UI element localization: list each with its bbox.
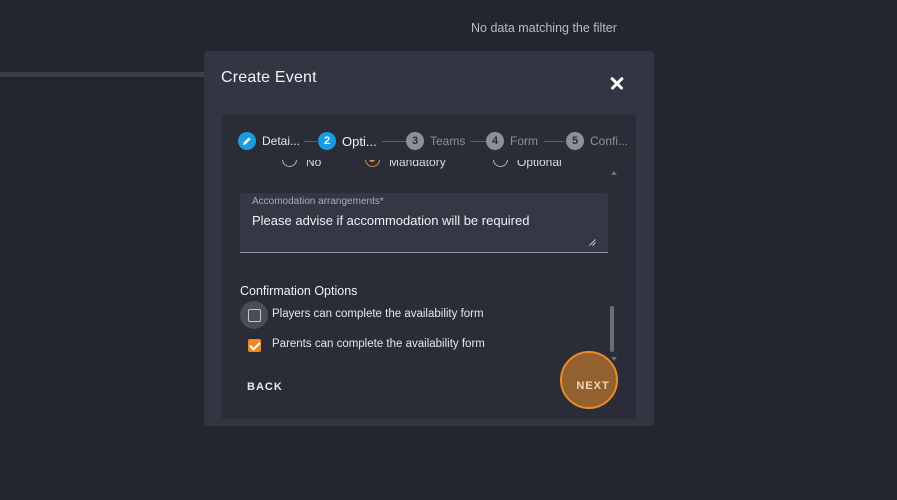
parents-checkbox[interactable] [248, 339, 261, 352]
step-label: Form [510, 134, 538, 148]
accommodation-value[interactable]: Please advise if accommodation will be r… [252, 213, 529, 228]
step-label: Teams [430, 134, 466, 148]
players-checkbox-label: Players can complete the availability fo… [272, 308, 484, 320]
parents-checkbox-label: Parents can complete the availability fo… [272, 338, 485, 350]
step-number: 2 [318, 132, 336, 150]
step-teams[interactable]: 3 Teams [406, 131, 465, 151]
step-confirmation[interactable]: 5 Confi... [566, 131, 628, 151]
background-divider [0, 72, 210, 77]
empty-filter-message: No data matching the filter [471, 21, 617, 35]
next-button[interactable]: NEXT [568, 374, 618, 398]
radio-label-mandatory: Mandatory [389, 160, 446, 169]
scroll-up-arrow-icon[interactable] [611, 171, 617, 175]
wizard-card: Detai... 2 Opti... 3 Teams 4 Form 5 Conf… [222, 114, 636, 419]
radio-label-no: No [306, 160, 322, 169]
step-number: 3 [406, 132, 424, 150]
players-checkbox[interactable] [248, 309, 261, 322]
accommodation-label: Accomodation arrangements* [252, 196, 384, 207]
attendance-radio-group: No Mandatory Optional [222, 160, 636, 176]
wizard-stepper: Detai... 2 Opti... 3 Teams 4 Form 5 Conf… [238, 131, 628, 153]
create-event-dialog: Create Event Detai... 2 Opti... 3 Teams [204, 51, 654, 426]
scrollbar-thumb[interactable] [610, 306, 614, 352]
radio-label-optional: Optional [517, 160, 562, 169]
dialog-title: Create Event [221, 69, 317, 86]
close-icon[interactable] [608, 74, 626, 92]
radio-mandatory[interactable] [365, 160, 380, 167]
radio-optional[interactable] [493, 160, 508, 167]
confirmation-options-title: Confirmation Options [240, 284, 358, 298]
step-label: Opti... [342, 133, 377, 149]
step-connector [304, 141, 317, 142]
step-details[interactable]: Detai... [238, 131, 300, 151]
pencil-icon [238, 132, 256, 150]
back-button[interactable]: BACK [247, 381, 283, 393]
scroll-down-arrow-icon[interactable] [611, 357, 617, 361]
step-number: 4 [486, 132, 504, 150]
step-form[interactable]: 4 Form [486, 131, 538, 151]
step-label: Detai... [262, 134, 301, 148]
step-connector [470, 141, 486, 142]
step-connector [544, 141, 564, 142]
accommodation-textarea[interactable]: Accomodation arrangements* Please advise… [240, 193, 608, 253]
resize-handle-icon[interactable] [589, 239, 596, 246]
radio-no[interactable] [282, 160, 297, 167]
step-options[interactable]: 2 Opti... [318, 131, 377, 151]
step-number: 5 [566, 132, 584, 150]
step-label: Confi... [590, 134, 629, 148]
step-connector [382, 141, 406, 142]
